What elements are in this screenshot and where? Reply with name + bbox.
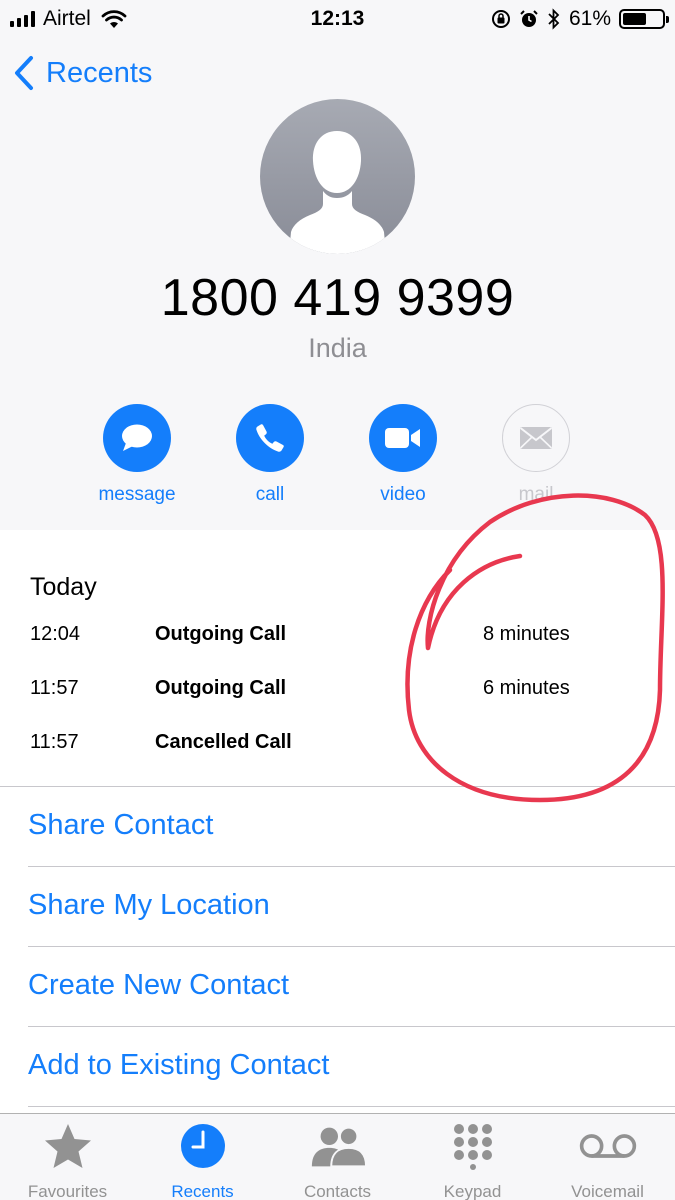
call-type: Cancelled Call	[155, 731, 292, 753]
call-log-row: 11:57 Outgoing Call 6 minutes	[0, 677, 675, 707]
contact-country: India	[308, 333, 367, 363]
tab-voicemail[interactable]: Voicemail	[540, 1114, 675, 1200]
battery-fill	[623, 13, 647, 25]
back-button[interactable]: Recents	[14, 55, 152, 91]
share-contact-button[interactable]: Share Contact	[0, 787, 675, 867]
mail-button-label: mail	[518, 484, 554, 505]
tab-keypad[interactable]: Keypad	[405, 1114, 540, 1200]
message-bubble-icon	[122, 424, 152, 451]
status-bar: Airtel 12:13 61%	[0, 0, 675, 40]
video-button-circle	[369, 404, 437, 472]
call-button-circle	[236, 404, 304, 472]
tab-voicemail-label: Voicemail	[571, 1182, 644, 1200]
person-silhouette-icon	[289, 131, 386, 254]
tab-bar: Favourites Recents Contacts Keypad Voice…	[0, 1113, 675, 1200]
tab-contacts[interactable]: Contacts	[270, 1114, 405, 1200]
call-button[interactable]: call	[210, 404, 330, 506]
call-type: Outgoing Call	[155, 623, 287, 645]
mail-button-circle	[502, 404, 570, 472]
status-right: 61%	[491, 6, 669, 32]
alarm-icon	[520, 10, 538, 27]
contact-detail-screen: Airtel 12:13 61% Recents 1800 419 9399 I…	[0, 0, 675, 1200]
video-button[interactable]: video	[343, 404, 463, 506]
call-time: 11:57	[30, 731, 79, 753]
battery-percentage: 61%	[568, 7, 611, 30]
video-camera-icon	[385, 428, 420, 448]
call-log-row: 11:57 Cancelled Call	[0, 731, 675, 761]
call-time: 12:04	[30, 623, 81, 645]
call-duration: 6 minutes	[483, 677, 570, 699]
add-to-existing-contact-label: Add to Existing Contact	[28, 1049, 330, 1081]
contact-phone-number: 1800 419 9399	[160, 269, 515, 327]
message-button[interactable]: message	[77, 404, 197, 506]
keypad-icon	[443, 1120, 503, 1172]
tab-recents[interactable]: Recents	[135, 1114, 270, 1200]
add-to-existing-contact-button[interactable]: Add to Existing Contact	[0, 1027, 675, 1107]
create-new-contact-button[interactable]: Create New Contact	[0, 947, 675, 1027]
call-duration: 8 minutes	[483, 623, 570, 645]
tab-favourites[interactable]: Favourites	[0, 1114, 135, 1200]
row-divider	[28, 1106, 675, 1107]
star-icon	[38, 1120, 98, 1172]
back-label: Recents	[46, 56, 153, 89]
call-button-label: call	[255, 484, 285, 505]
share-my-location-label: Share My Location	[28, 889, 270, 921]
chevron-left-icon	[15, 56, 33, 90]
voicemail-icon	[578, 1120, 638, 1172]
contacts-icon	[308, 1120, 368, 1172]
tab-contacts-label: Contacts	[303, 1182, 372, 1200]
tab-keypad-label: Keypad	[443, 1182, 502, 1200]
message-button-label: message	[98, 484, 176, 505]
envelope-icon	[519, 427, 553, 449]
recent-calls-title: Today	[30, 573, 97, 601]
share-contact-label: Share Contact	[28, 809, 214, 841]
message-button-circle	[103, 404, 171, 472]
share-my-location-button[interactable]: Share My Location	[0, 867, 675, 947]
rotation-lock-icon	[491, 10, 510, 28]
call-type: Outgoing Call	[155, 677, 287, 699]
contact-avatar	[260, 99, 415, 254]
bluetooth-icon	[548, 8, 560, 30]
clock-icon	[173, 1120, 233, 1172]
create-new-contact-label: Create New Contact	[28, 969, 290, 1001]
call-log-row: 12:04 Outgoing Call 8 minutes	[0, 623, 675, 653]
video-button-label: video	[380, 484, 426, 505]
call-time: 11:57	[30, 677, 79, 699]
phone-icon	[256, 424, 284, 452]
tab-favourites-label: Favourites	[27, 1182, 108, 1200]
battery-icon	[619, 9, 669, 29]
tab-recents-label: Recents	[171, 1182, 234, 1200]
mail-button[interactable]: mail	[476, 404, 596, 506]
